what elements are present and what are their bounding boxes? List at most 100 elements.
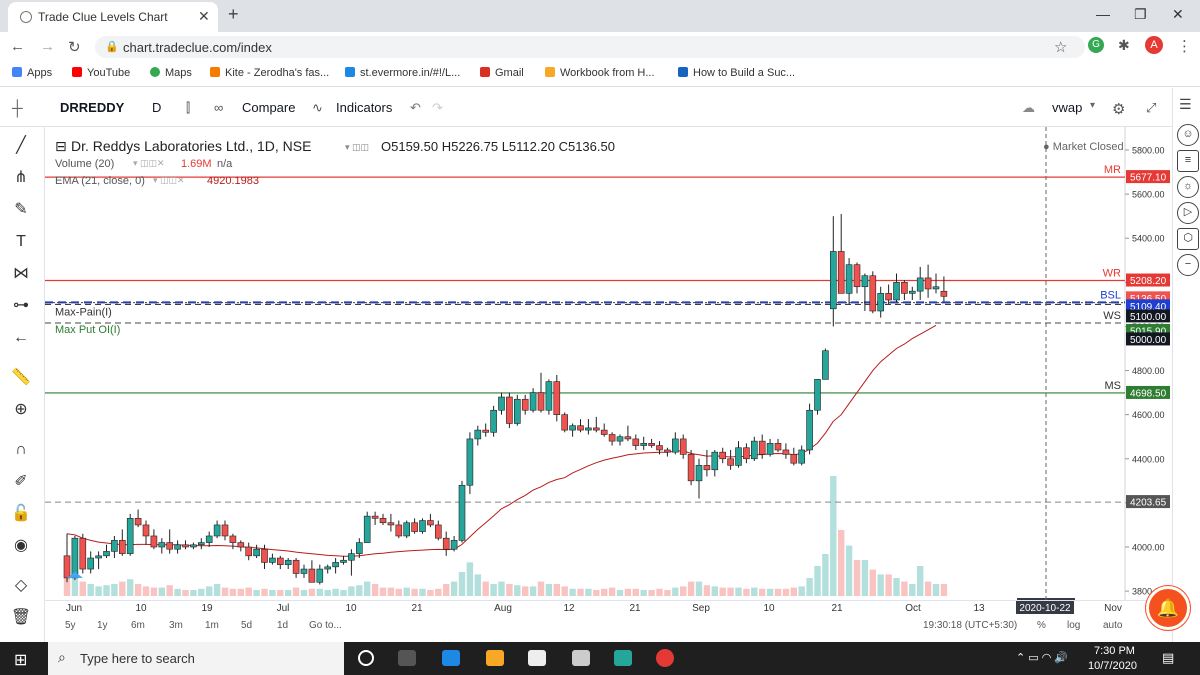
goto-button[interactable]: Go to... <box>309 620 342 631</box>
bookmark-evermore[interactable]: st.evermore.in/#!/L... <box>345 67 460 79</box>
pencil-lock-icon[interactable]: ✐ <box>10 471 32 493</box>
range-5d[interactable]: 5d <box>241 620 252 631</box>
bookmark-gmail[interactable]: Gmail <box>480 67 524 79</box>
volume-bar <box>522 586 529 596</box>
play-icon[interactable]: ▷ <box>1177 202 1199 224</box>
candle-body <box>782 449 790 455</box>
notes-icon[interactable]: ≡ <box>1177 150 1199 172</box>
bookmark-how-to-build[interactable]: How to Build a Suc... <box>678 67 795 79</box>
windows-start-icon[interactable]: ⊞ <box>14 650 27 670</box>
range-1d[interactable]: 1d <box>277 620 288 631</box>
tab-close-icon[interactable]: ✕ <box>198 8 210 25</box>
reload-icon[interactable]: ↻ <box>68 38 81 56</box>
app-icon[interactable] <box>614 650 632 666</box>
idea-icon[interactable]: ☼ <box>1177 176 1199 198</box>
trendline-icon[interactable]: ╱ <box>10 135 32 157</box>
layers-icon[interactable]: ◇ <box>10 575 32 597</box>
cube-icon[interactable]: ⬡ <box>1177 228 1199 250</box>
symbol-search[interactable]: DRREDDY <box>60 100 124 115</box>
legend-collapse-icon[interactable]: ⊟ <box>55 138 67 155</box>
brush-icon[interactable]: ✎ <box>10 199 32 221</box>
range-1m[interactable]: 1m <box>205 620 219 631</box>
crosshair-icon[interactable]: ┼ <box>12 100 23 117</box>
profile-avatar[interactable]: A <box>1145 36 1163 54</box>
bookmark-apps[interactable]: Apps <box>12 67 52 79</box>
price-chart[interactable]: 3800.004000.004200.004400.004600.004800.… <box>45 127 1172 612</box>
indicators-icon[interactable]: ∿ <box>312 100 323 116</box>
minimize-button[interactable]: — <box>1096 6 1110 22</box>
candle-body <box>837 251 845 294</box>
candle-body <box>324 566 332 570</box>
minus-icon[interactable]: − <box>1177 254 1199 276</box>
cortana-icon[interactable] <box>358 650 374 666</box>
fib-icon[interactable]: ⋔ <box>10 167 32 189</box>
tray-icons[interactable]: ⌃ ▭ ◠ 🔊 <box>1016 651 1068 664</box>
lock-icon[interactable]: 🔓 <box>10 503 32 525</box>
chart-style-icon[interactable]: ⫿ <box>186 100 190 116</box>
account-icon[interactable]: ☺ <box>1177 124 1199 146</box>
pattern-icon[interactable]: ⋈ <box>10 263 32 285</box>
compare-icon[interactable]: ∞ <box>214 100 223 115</box>
bookmark-maps[interactable]: Maps <box>150 67 192 79</box>
store-icon[interactable] <box>528 650 546 666</box>
range-3m[interactable]: 3m <box>169 620 183 631</box>
zoom-in-icon[interactable]: ⊕ <box>10 399 32 421</box>
volume-bar <box>798 586 805 596</box>
range-5y[interactable]: 5y <box>65 620 76 631</box>
taskbar-search[interactable]: ⌕ Type here to search <box>48 642 344 675</box>
back-arrow-icon[interactable]: ← <box>10 38 25 55</box>
legend-settings-icon[interactable]: ▾ ◫◫ <box>345 142 369 153</box>
extensions-puzzle-icon[interactable]: ✱ <box>1118 37 1130 54</box>
range-6m[interactable]: 6m <box>131 620 145 631</box>
extension-g-icon[interactable]: G <box>1088 37 1104 53</box>
text-icon[interactable]: T <box>10 231 32 253</box>
candle-body <box>300 568 308 574</box>
percent-toggle[interactable]: % <box>1037 620 1046 631</box>
bookmark-youtube[interactable]: YouTube <box>72 67 130 79</box>
volume-bar <box>727 587 734 596</box>
forward-arrow-icon[interactable]: → <box>40 38 55 55</box>
eye-icon[interactable]: ◉ <box>10 535 32 557</box>
magnet-icon[interactable]: ∩ <box>10 439 32 461</box>
hamburger-icon[interactable]: ☰ <box>1179 96 1192 113</box>
task-view-icon[interactable] <box>398 650 416 666</box>
prediction-icon[interactable]: ⊶ <box>10 295 32 317</box>
new-tab-button[interactable]: + <box>228 4 239 25</box>
edge-icon[interactable] <box>442 650 460 666</box>
url-input[interactable]: 🔒 chart.tradeclue.com/index <box>95 36 1085 58</box>
bookmark-workbook[interactable]: Workbook from H... <box>545 67 655 79</box>
cloud-icon[interactable]: ☁ <box>1022 100 1035 116</box>
volume-bar <box>561 586 568 596</box>
candle-body <box>229 535 237 543</box>
gear-icon[interactable]: ⚙ <box>1112 100 1125 118</box>
notifications-icon[interactable]: ▤ <box>1162 650 1174 666</box>
back-arrow-icon[interactable]: ← <box>10 327 32 349</box>
log-toggle[interactable]: log <box>1067 620 1080 631</box>
mail-icon[interactable] <box>572 650 590 666</box>
bookmark-kite[interactable]: Kite - Zerodha's fas... <box>210 67 329 79</box>
bell-icon[interactable]: 🔔 <box>1146 586 1190 630</box>
range-1y[interactable]: 1y <box>97 620 108 631</box>
file-explorer-icon[interactable] <box>486 650 504 666</box>
browser-menu-icon[interactable]: ⋮ <box>1177 37 1192 55</box>
bookmark-star-icon[interactable]: ☆ <box>1054 38 1067 56</box>
auto-toggle[interactable]: auto <box>1103 620 1122 631</box>
restore-button[interactable]: ❐ <box>1134 6 1147 23</box>
close-window-button[interactable]: ✕ <box>1172 6 1184 23</box>
chart-pane[interactable]: 3800.004000.004200.004400.004600.004800.… <box>45 127 1172 612</box>
vwap-selector[interactable]: vwap <box>1052 100 1082 115</box>
browser-tab[interactable]: Trade Clue Levels Chart ✕ <box>8 2 218 32</box>
undo-icon[interactable]: ↶ <box>410 100 421 116</box>
ruler-icon[interactable]: 📏 <box>10 367 32 389</box>
chrome-icon[interactable] <box>656 649 674 667</box>
ema-controls-icon[interactable]: ▾ ◫◫✕ <box>153 175 185 186</box>
interval-selector[interactable]: D <box>152 100 161 115</box>
compare-button[interactable]: Compare <box>242 100 295 115</box>
indicators-button[interactable]: Indicators <box>336 100 392 115</box>
trash-icon[interactable]: 🗑 <box>10 607 32 629</box>
redo-icon[interactable]: ↷ <box>432 100 443 116</box>
chevron-down-icon[interactable]: ▾ <box>1090 100 1095 111</box>
volume-bar <box>640 590 647 596</box>
volume-controls-icon[interactable]: ▾ ◫◫✕ <box>133 158 165 169</box>
fullscreen-icon[interactable]: ⤢ <box>1146 100 1156 116</box>
